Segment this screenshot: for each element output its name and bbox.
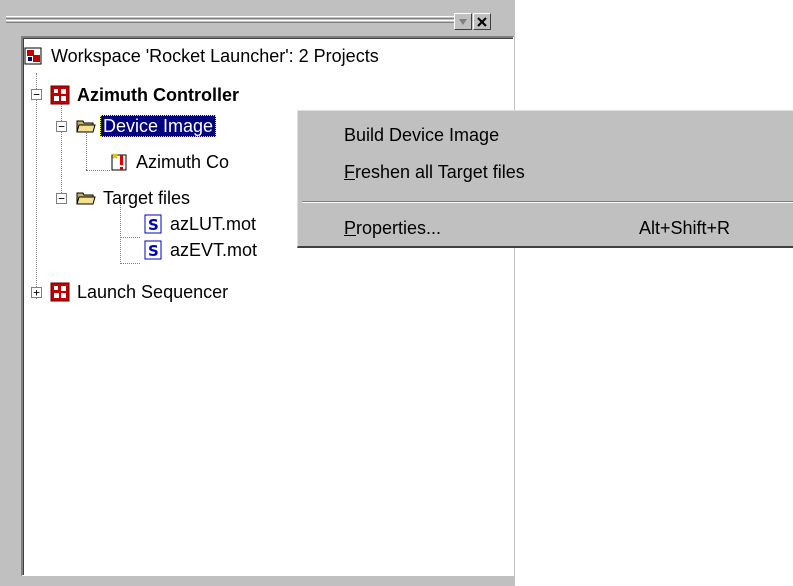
tree-item-launch-sequencer[interactable]: Launch Sequencer — [50, 279, 231, 305]
menu-mnemonic: F — [344, 161, 355, 182]
tree-item-azimuth-controller[interactable]: Azimuth Controller — [50, 82, 242, 108]
project-icon — [50, 282, 70, 302]
tree-item-workspace[interactable]: Workspace 'Rocket Launcher': 2 Projects — [24, 43, 382, 69]
close-button[interactable] — [473, 13, 491, 30]
menu-mnemonic: P — [344, 217, 357, 238]
tree-item-label: azEVT.mot — [170, 240, 258, 260]
tree-item-label: Azimuth Controller — [77, 85, 239, 105]
tree-item-label: Workspace 'Rocket Launcher': 2 Projects — [51, 46, 379, 66]
tree-item-device-image-file[interactable]: Azimuth Co — [109, 149, 232, 175]
folder-open-icon — [76, 192, 96, 205]
s-record-file-icon: S — [144, 214, 162, 234]
tree-item-device-image[interactable]: Device Image — [76, 113, 217, 139]
svg-text:S: S — [148, 242, 159, 260]
chevron-down-icon — [459, 18, 467, 25]
svg-text:S: S — [148, 216, 159, 234]
workspace-panel: Workspace 'Rocket Launcher': 2 Projects … — [0, 0, 515, 586]
project-icon — [50, 85, 70, 105]
tree-item-file-azlut[interactable]: S azLUT.mot — [143, 211, 259, 237]
collapse-toggle[interactable]: − — [56, 121, 67, 132]
collapse-toggle[interactable]: − — [31, 89, 42, 100]
menu-separator — [302, 201, 793, 203]
tree-item-target-files[interactable]: Target files — [76, 185, 193, 211]
menu-item-shortcut: Alt+Shift+R — [639, 217, 731, 238]
workspace-icon — [24, 47, 42, 65]
collapse-toggle[interactable]: − — [56, 193, 67, 204]
menu-item-label: Build Device Image — [344, 124, 500, 145]
tree-item-label: Device Image — [100, 115, 217, 137]
tree-item-file-azevt[interactable]: S azEVT.mot — [143, 237, 260, 263]
menu-item-properties[interactable]: Properties... Alt+Shift+R — [298, 210, 793, 246]
context-menu: Build Device Image Freshen all Target fi… — [297, 110, 793, 248]
expand-toggle[interactable]: + — [31, 287, 42, 298]
tree-item-label: Azimuth Co — [136, 152, 230, 172]
tree-item-label: Launch Sequencer — [77, 282, 229, 302]
menu-item-label: reshen all Target files — [355, 161, 525, 182]
device-image-icon — [111, 153, 127, 171]
menu-item-label: roperties... — [356, 217, 442, 238]
tree-item-label: Target files — [103, 188, 191, 208]
minimize-button[interactable] — [454, 13, 472, 30]
tree-item-label: azLUT.mot — [170, 214, 257, 234]
panel-gripper[interactable] — [6, 16, 454, 29]
menu-item-build-device-image[interactable]: Build Device Image — [298, 117, 793, 153]
s-record-file-icon: S — [144, 240, 162, 260]
close-icon — [477, 16, 487, 27]
menu-item-freshen-target-files[interactable]: Freshen all Target files — [298, 154, 793, 190]
folder-open-icon — [76, 120, 96, 133]
